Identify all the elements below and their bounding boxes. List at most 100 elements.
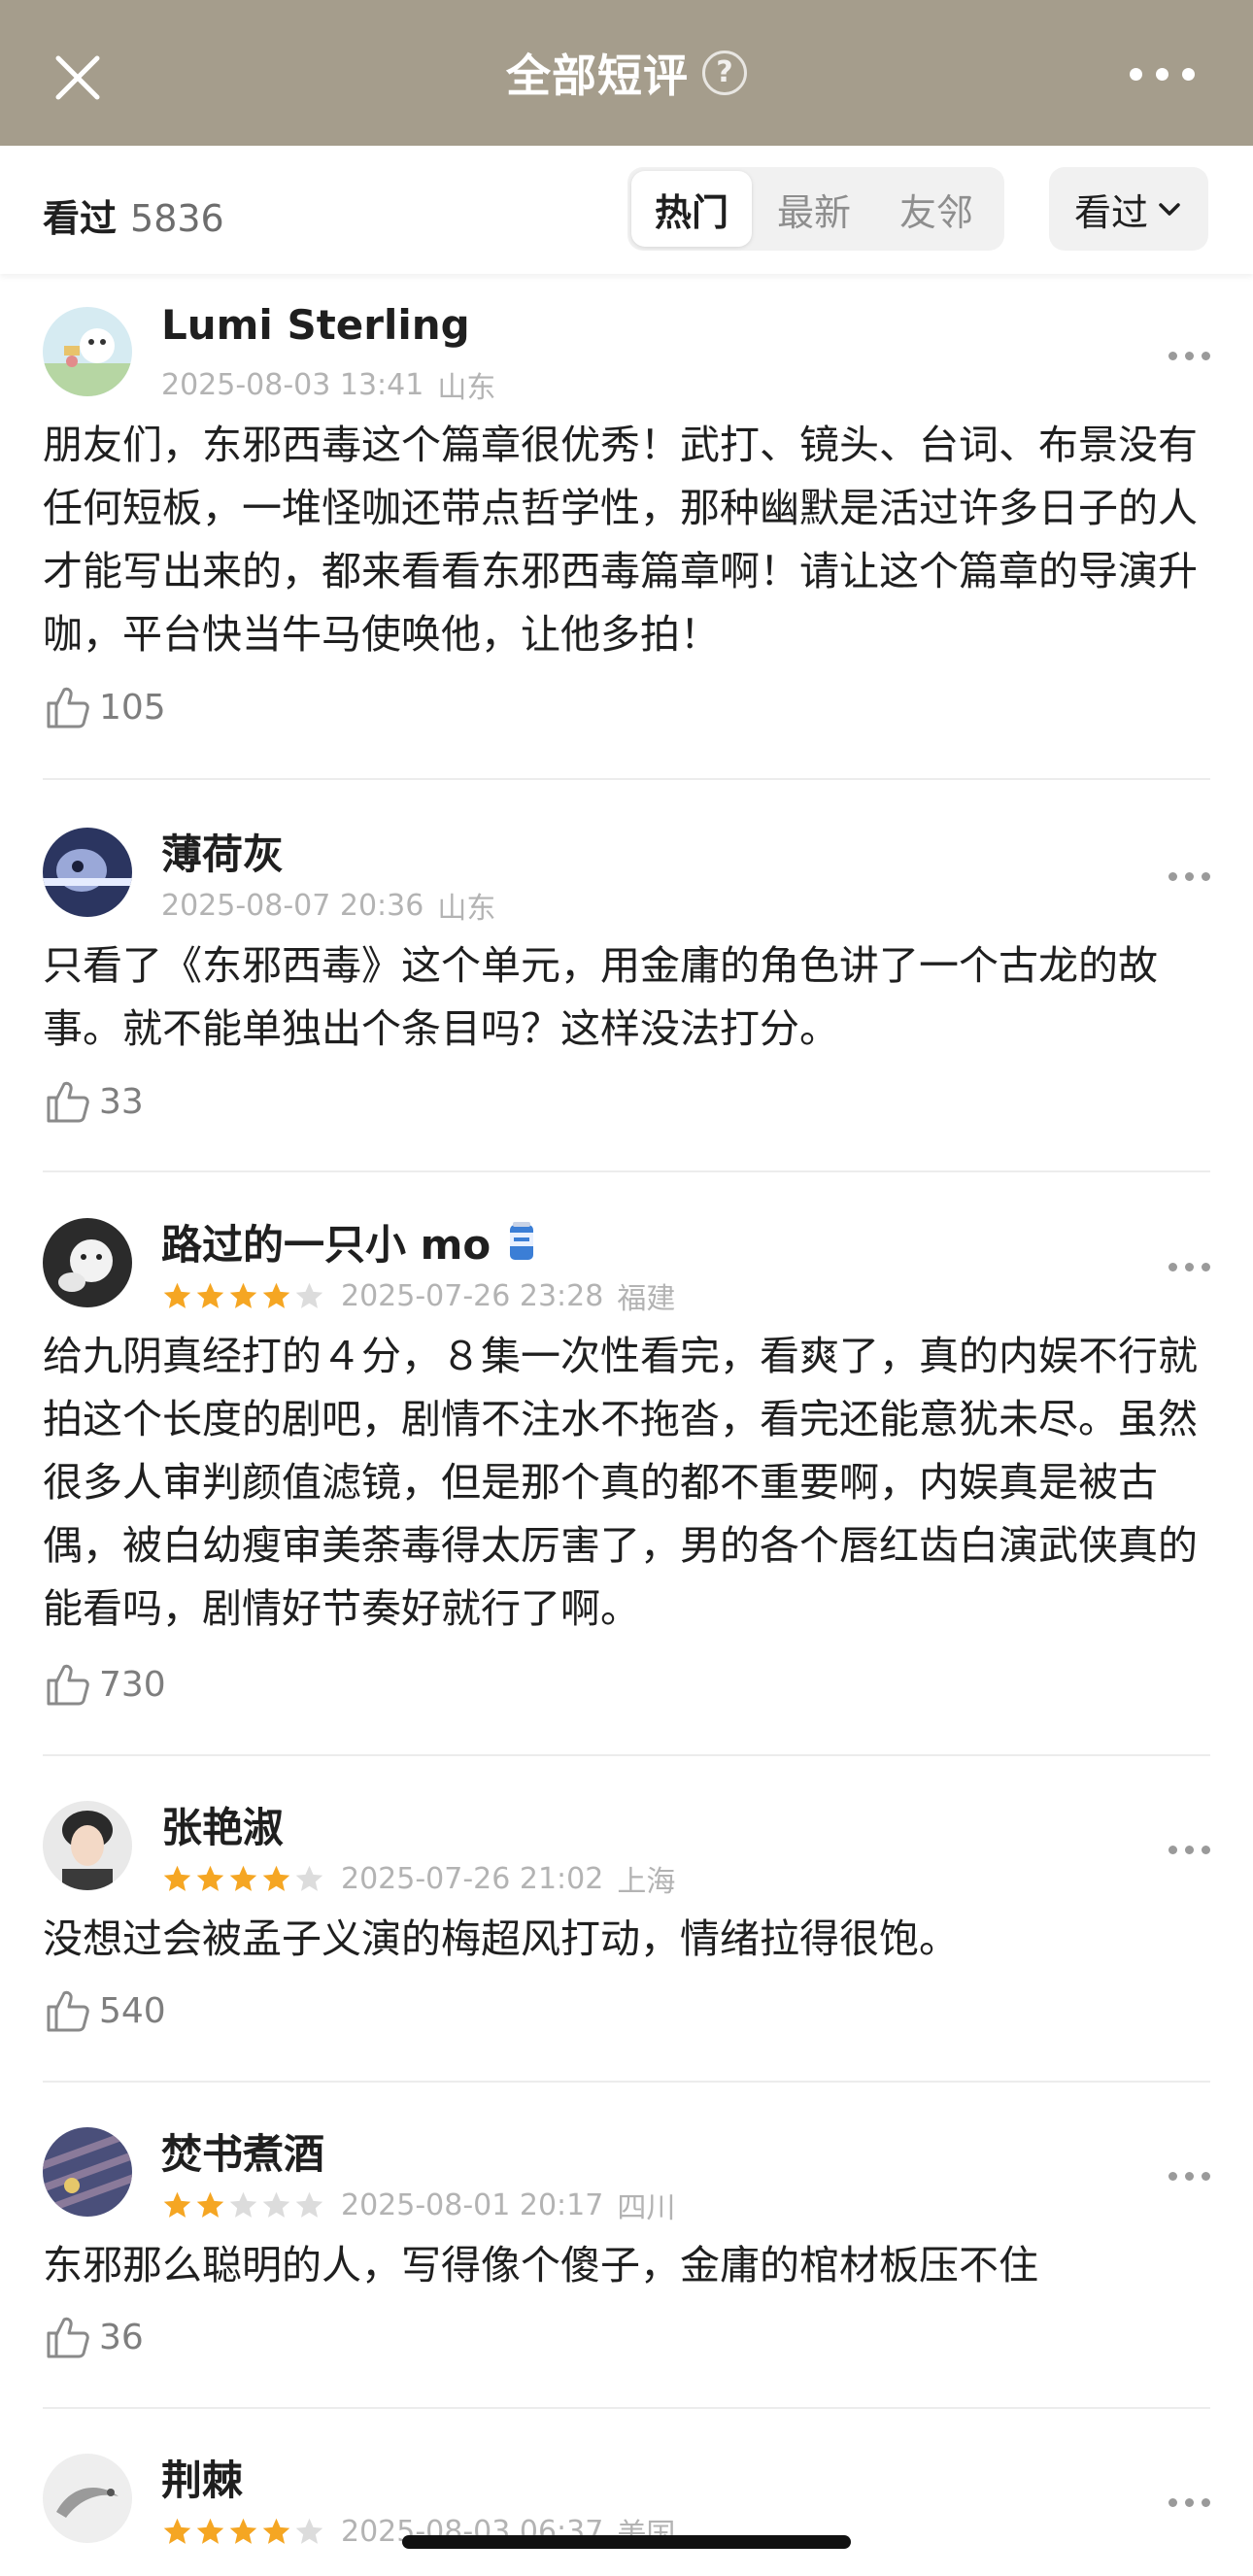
review-meta: 2025-08-07 20:36 山东 bbox=[161, 884, 495, 927]
avatar[interactable] bbox=[43, 2454, 132, 2543]
avatar[interactable] bbox=[43, 2127, 132, 2217]
dot bbox=[1185, 352, 1194, 360]
review-item: 荆棘 2025-08-03 06:37 美国 bbox=[0, 2428, 1253, 2576]
review-item: 薄荷灰 2025-08-07 20:36 山东 只看了《东邪西毒》这个单元，用金… bbox=[0, 802, 1253, 1172]
username-text: 焚书煮酒 bbox=[161, 2130, 325, 2178]
review-date: 2025-07-26 23:28 bbox=[341, 1278, 604, 1313]
avatar-image bbox=[43, 2127, 132, 2217]
thumbs-up-icon bbox=[47, 1664, 89, 1706]
beer-can-icon bbox=[510, 1221, 534, 1260]
like-count: 540 bbox=[99, 1990, 166, 2031]
review-more-button[interactable] bbox=[1168, 1263, 1210, 1271]
review-date: 2025-08-03 13:41 bbox=[161, 367, 424, 402]
review-text: 东邪那么聪明的人，写得像个傻子，金庸的棺材板压不住 bbox=[43, 2242, 1038, 2288]
star-filled-icon bbox=[163, 2191, 191, 2218]
top-navigation-bar: 全部短评 ? bbox=[0, 0, 1253, 146]
star-filled-icon bbox=[163, 2518, 191, 2544]
dot bbox=[1156, 68, 1168, 81]
dot bbox=[1168, 2498, 1177, 2507]
review-more-button[interactable] bbox=[1168, 2172, 1210, 2181]
dot bbox=[1202, 1263, 1210, 1271]
dot bbox=[1185, 2172, 1194, 2181]
avatar-image bbox=[43, 2454, 132, 2543]
star-empty-icon bbox=[295, 1282, 323, 1308]
review-location: 山东 bbox=[437, 371, 496, 405]
dot bbox=[1185, 1846, 1194, 1854]
username[interactable]: 薄荷灰 bbox=[161, 822, 284, 881]
avatar[interactable] bbox=[43, 1218, 132, 1307]
review-location: 四川 bbox=[617, 2191, 676, 2225]
review-meta: 2025-07-26 23:28 福建 bbox=[161, 1274, 675, 1317]
star-filled-icon bbox=[229, 2518, 257, 2544]
username[interactable]: 张艳淑 bbox=[161, 1795, 284, 1854]
like-count: 730 bbox=[99, 1664, 166, 1705]
review-date: 2025-07-26 21:02 bbox=[341, 1861, 604, 1896]
review-location: 山东 bbox=[437, 892, 496, 926]
like-count: 33 bbox=[99, 1081, 144, 1122]
username[interactable]: 焚书煮酒 bbox=[161, 2121, 324, 2181]
tab-hot[interactable]: 热门 bbox=[631, 171, 752, 247]
star-empty-icon bbox=[262, 2191, 290, 2218]
avatar[interactable] bbox=[43, 307, 132, 396]
title-area: 全部短评 ? bbox=[0, 0, 1253, 146]
star-filled-icon bbox=[262, 2518, 290, 2544]
watched-count: 看过 5836 bbox=[43, 188, 224, 242]
review-more-button[interactable] bbox=[1168, 1846, 1210, 1854]
filter-bar: 看过 5836 热门 最新 友邻 看过 bbox=[0, 146, 1253, 274]
like-button[interactable]: 36 bbox=[43, 2312, 144, 2362]
review-item: 张艳淑 2025-07-26 21:02 上海 没想过会被孟子义演的梅超风打动，… bbox=[0, 1776, 1253, 2083]
like-button[interactable]: 730 bbox=[43, 1659, 166, 1710]
page-title: 全部短评 bbox=[506, 50, 689, 102]
avatar-image bbox=[43, 1801, 132, 1890]
username[interactable]: 荆棘 bbox=[161, 2448, 243, 2507]
avatar-image bbox=[43, 828, 132, 917]
star-rating bbox=[161, 1280, 325, 1312]
review-text: 只看了《东邪西毒》这个单元，用金庸的角色讲了一个古龙的故事。就不能单独出个条目吗… bbox=[43, 942, 1158, 1052]
like-count: 105 bbox=[99, 687, 166, 728]
review-more-button[interactable] bbox=[1168, 352, 1210, 360]
review-item: 焚书煮酒 2025-08-01 20:17 四川 东邪那么聪明的人，写得像个傻子… bbox=[0, 2102, 1253, 2409]
username-text: Lumi Sterling bbox=[161, 301, 470, 349]
username[interactable]: 路过的一只小 mo bbox=[161, 1212, 537, 1271]
like-button[interactable]: 105 bbox=[43, 682, 166, 732]
dot bbox=[1202, 2172, 1210, 2181]
review-meta: 2025-07-26 21:02 上海 bbox=[161, 1857, 675, 1900]
star-filled-icon bbox=[262, 1865, 290, 1891]
dot bbox=[1168, 1263, 1177, 1271]
dot bbox=[1202, 872, 1210, 881]
divider bbox=[43, 1754, 1210, 1756]
help-icon[interactable]: ? bbox=[702, 51, 747, 95]
thumbs-up-icon bbox=[47, 1990, 89, 2032]
review-more-button[interactable] bbox=[1168, 2498, 1210, 2507]
dot bbox=[1202, 352, 1210, 360]
divider bbox=[43, 778, 1210, 780]
star-filled-icon bbox=[262, 1282, 290, 1308]
tab-latest[interactable]: 最新 bbox=[754, 171, 874, 247]
chevron-down-icon bbox=[1159, 203, 1180, 216]
username-text: 薄荷灰 bbox=[161, 830, 285, 878]
dot bbox=[1202, 2498, 1210, 2507]
thumbs-up-icon bbox=[47, 1081, 89, 1123]
tab-friends[interactable]: 友邻 bbox=[876, 171, 997, 247]
review-item: Lumi Sterling 2025-08-03 13:41 山东 朋友们，东邪… bbox=[0, 282, 1253, 780]
like-button[interactable]: 540 bbox=[43, 1985, 166, 2036]
review-item: 路过的一只小 mo 2025-07-26 23:28 福建 给九阴真经打的４分，… bbox=[0, 1193, 1253, 1756]
dot bbox=[1185, 1263, 1194, 1271]
star-rating bbox=[161, 2189, 325, 2221]
username[interactable]: Lumi Sterling bbox=[161, 301, 470, 349]
more-options-button[interactable] bbox=[1130, 68, 1195, 81]
avatar[interactable] bbox=[43, 1801, 132, 1890]
dot bbox=[1182, 68, 1195, 81]
like-button[interactable]: 33 bbox=[43, 1076, 144, 1127]
star-rating bbox=[161, 2516, 325, 2548]
review-more-button[interactable] bbox=[1168, 872, 1210, 881]
home-indicator bbox=[402, 2535, 851, 2549]
watched-filter-dropdown[interactable]: 看过 bbox=[1049, 167, 1208, 251]
username-text: 张艳淑 bbox=[161, 1804, 285, 1851]
dot bbox=[1185, 872, 1194, 881]
review-text: 给九阴真经打的４分，８集一次性看完，看爽了，真的内娱不行就拍这个长度的剧吧，剧情… bbox=[43, 1333, 1198, 1632]
star-empty-icon bbox=[295, 2518, 323, 2544]
star-filled-icon bbox=[196, 2191, 224, 2218]
avatar[interactable] bbox=[43, 828, 132, 917]
star-filled-icon bbox=[229, 1865, 257, 1891]
